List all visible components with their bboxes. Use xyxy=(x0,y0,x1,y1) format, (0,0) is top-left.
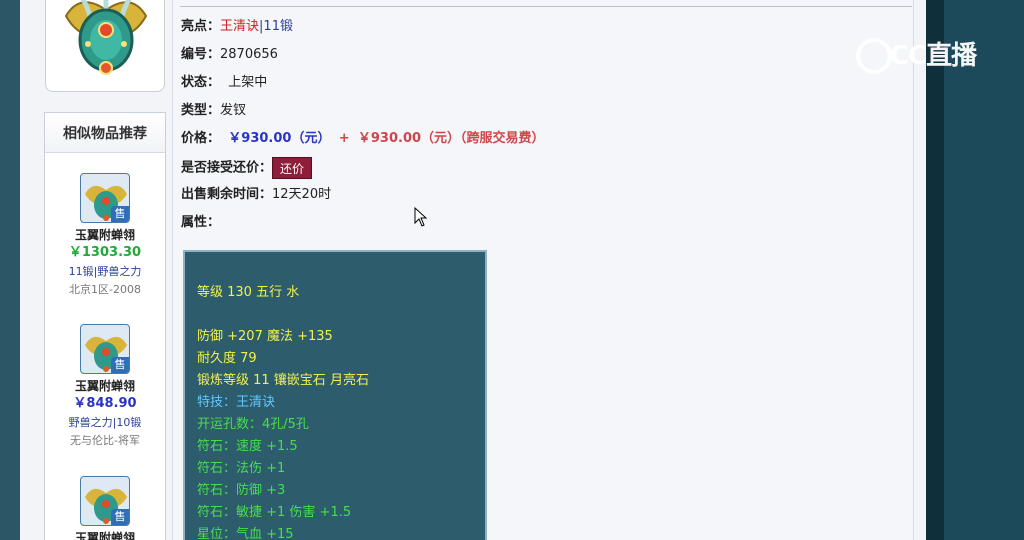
attr-defense-line: 防御 +207 魔法 +135 xyxy=(197,329,333,344)
highlight-row: 亮点：王清诀|11锻 xyxy=(181,17,293,37)
time-remaining-label: 出售剩余时间： xyxy=(181,187,273,202)
scroll-edge xyxy=(926,0,944,540)
similar-item-name[interactable]: 玉翼附蝉翎 xyxy=(45,378,165,394)
type-label: 类型： xyxy=(181,103,221,118)
attr-rune-3: 符石：防御 +3 xyxy=(197,483,286,498)
attr-durability-line: 耐久度 79 xyxy=(197,351,257,366)
item-image-box xyxy=(45,0,165,92)
attr-rune-2: 符石：法伤 +1 xyxy=(197,461,286,476)
id-row: 编号：2870656 xyxy=(181,45,278,65)
similar-item-price: ￥848.90 xyxy=(73,396,137,411)
similar-item-3[interactable]: 售 玉翼附蝉翎 xyxy=(45,476,165,540)
highlight-forge: 11锻 xyxy=(263,19,293,34)
similar-item-thumbnail[interactable]: 售 xyxy=(80,324,130,374)
price-label: 价格： xyxy=(181,131,221,146)
attr-forge-line: 锻炼等级 11 镶嵌宝石 月亮石 xyxy=(197,373,369,388)
highlight-skill: 王清诀 xyxy=(220,19,260,34)
cross-server-fee: ￥930.00（元）（跨服交易费） xyxy=(357,131,545,146)
similar-item-server: 北京1区-2008 xyxy=(69,283,141,296)
price-row: 价格： ￥930.00（元） + ￥930.00（元）（跨服交易费） xyxy=(181,129,545,149)
similar-item-tags: 野兽之力|10锻 xyxy=(68,416,142,429)
status-row: 状态： 上架中 xyxy=(181,73,267,93)
for-sale-badge: 售 xyxy=(111,357,129,373)
similar-item-tags: 11锻|野兽之力 xyxy=(68,265,142,278)
similar-items-panel: 相似物品推荐 售 玉翼附蝉翎 ￥1303.30 11锻|野兽之力 北京1区-20… xyxy=(44,112,166,540)
similar-item-server: 无与伦比-将军 xyxy=(70,434,140,447)
attributes-label: 属性： xyxy=(181,215,221,230)
type-row: 类型：发钗 xyxy=(181,101,246,121)
attr-holes-line: 开运孔数：4孔/5孔 xyxy=(197,417,309,432)
similar-item-2[interactable]: 售 玉翼附蝉翎 ￥848.90 野兽之力|10锻 无与伦比-将军 xyxy=(45,324,165,450)
price-plus: + xyxy=(338,131,350,146)
attr-skill-line: 特技：王清诀 xyxy=(197,395,276,410)
hairpin-item-icon xyxy=(64,0,148,75)
similar-item-name[interactable]: 玉翼附蝉翎 xyxy=(45,530,165,540)
cc-live-watermark: CC直播 xyxy=(856,36,996,76)
attr-level-line: 等级 130 五行 水 xyxy=(197,285,300,300)
time-remaining-value: 12天20时 xyxy=(272,187,332,202)
highlight-label: 亮点： xyxy=(181,19,221,34)
price-value: ￥930.00（元） xyxy=(228,131,331,146)
attr-star-line: 星位：气血 +15 xyxy=(197,527,294,540)
id-label: 编号： xyxy=(181,47,221,62)
cc-logo-icon xyxy=(856,38,892,74)
status-label: 状态： xyxy=(181,75,221,90)
mouse-cursor-icon xyxy=(414,207,428,227)
similar-item-name[interactable]: 玉翼附蝉翎 xyxy=(45,227,165,243)
attributes-row: 属性： xyxy=(181,213,220,233)
similar-item-1[interactable]: 售 玉翼附蝉翎 ￥1303.30 11锻|野兽之力 北京1区-2008 xyxy=(45,173,165,299)
similar-item-price: ￥1303.30 xyxy=(68,245,142,260)
id-value: 2870656 xyxy=(220,47,278,62)
top-divider xyxy=(180,6,912,7)
status-value: 上架中 xyxy=(228,75,268,90)
counter-offer-row: 是否接受还价： 还价 xyxy=(181,157,313,179)
similar-item-thumbnail[interactable]: 售 xyxy=(80,173,130,223)
attribute-tooltip-box: 等级 130 五行 水 防御 +207 魔法 +135 耐久度 79 锻炼等级 … xyxy=(183,250,487,540)
type-value: 发钗 xyxy=(220,103,247,118)
similar-items-title: 相似物品推荐 xyxy=(45,113,165,153)
for-sale-badge: 售 xyxy=(111,206,129,222)
counter-offer-button[interactable]: 还价 xyxy=(272,157,313,179)
counter-offer-label: 是否接受还价： xyxy=(181,160,273,176)
left-background xyxy=(0,0,20,540)
similar-item-thumbnail[interactable]: 售 xyxy=(80,476,130,526)
time-remaining-row: 出售剩余时间：12天20时 xyxy=(181,185,331,205)
for-sale-badge: 售 xyxy=(111,509,129,525)
attr-rune-4: 符石：敏捷 +1 伤害 +1.5 xyxy=(197,505,352,520)
watermark-text: CC直播 xyxy=(890,41,977,71)
attr-rune-1: 符石：速度 +1.5 xyxy=(197,439,298,454)
